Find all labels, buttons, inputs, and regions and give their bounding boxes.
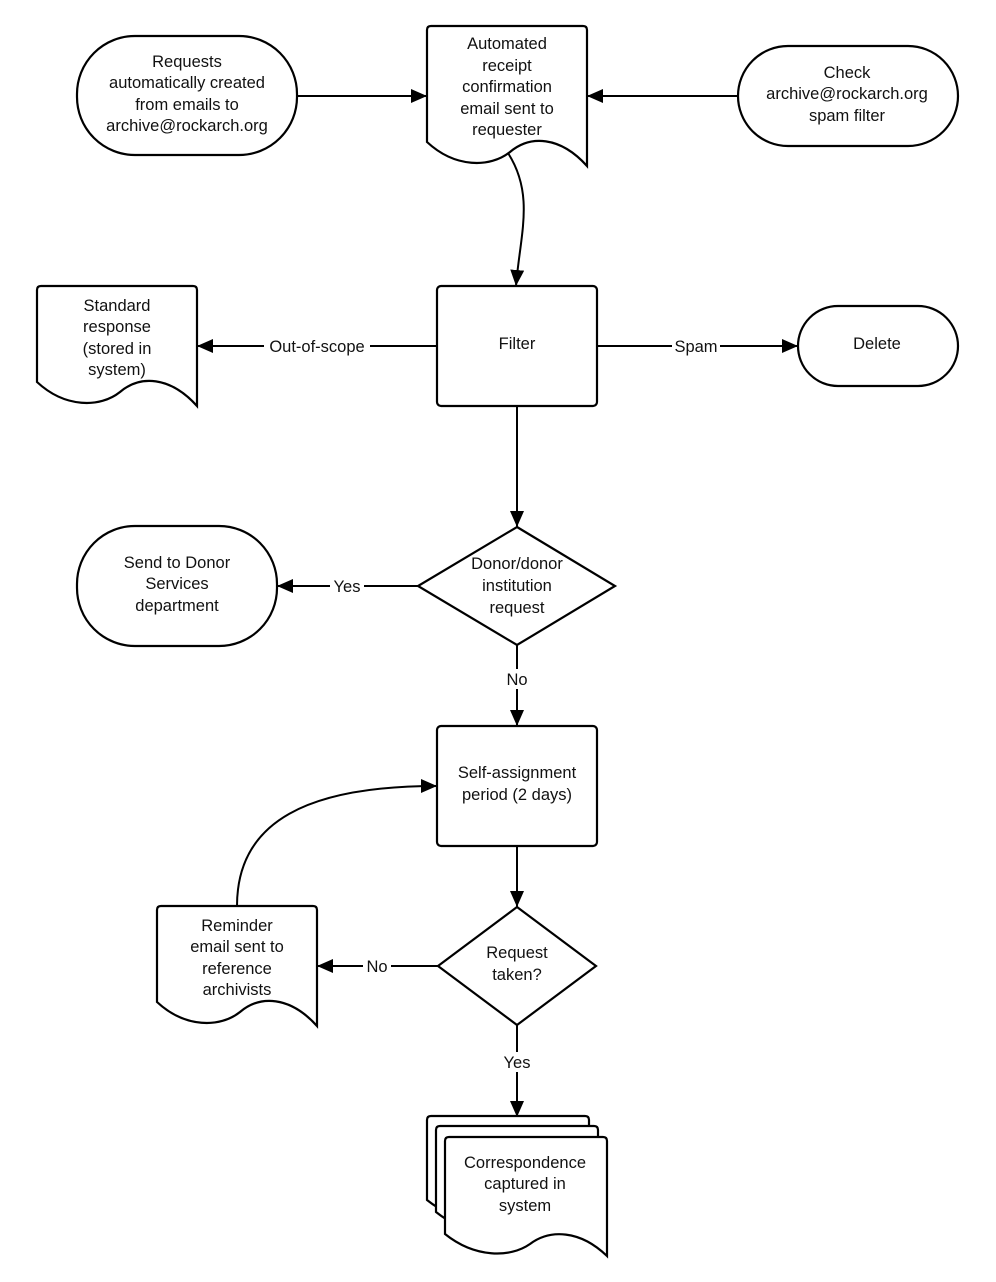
svg-text:system): system) — [88, 361, 146, 379]
svg-text:period (2 days): period (2 days) — [462, 786, 572, 804]
svg-text:Yes: Yes — [334, 578, 361, 596]
node-donor-services: Send to Donor Services department — [75, 524, 279, 648]
svg-text:Out-of-scope: Out-of-scope — [269, 338, 364, 356]
node-requests-created: Requests automatically created from emai… — [75, 34, 299, 157]
svg-text:Donor/donor: Donor/donor — [471, 555, 563, 573]
svg-text:requester: requester — [472, 121, 542, 139]
flowchart-canvas: Out-of-scope Spam Yes No No Yes Requests… — [35, 24, 960, 1259]
edge-reminder-to-assign — [236, 779, 438, 907]
svg-text:(stored in: (stored in — [83, 340, 152, 358]
svg-text:Filter: Filter — [499, 335, 536, 353]
svg-text:from emails to: from emails to — [135, 96, 239, 114]
svg-text:system: system — [499, 1197, 551, 1215]
node-standard-response: Standard response (stored in system) — [35, 284, 199, 409]
node-reminder-email: Reminder email sent to reference archivi… — [155, 904, 319, 1029]
node-receipt-email: Automated receipt confirmation email sen… — [425, 24, 589, 169]
edge-label-donor-yes: Yes — [330, 576, 364, 596]
svg-text:Check: Check — [824, 64, 872, 82]
node-delete: Delete — [796, 304, 960, 388]
svg-text:Standard: Standard — [84, 297, 151, 315]
svg-text:No: No — [366, 958, 387, 976]
svg-text:taken?: taken? — [492, 966, 542, 984]
svg-text:Correspondence: Correspondence — [464, 1154, 586, 1172]
node-request-taken: Request taken? — [436, 905, 598, 1027]
svg-text:Spam: Spam — [674, 338, 717, 356]
svg-text:department: department — [135, 597, 219, 615]
svg-text:confirmation: confirmation — [462, 78, 552, 96]
edge-label-donor-no: No — [502, 669, 532, 689]
svg-text:Reminder: Reminder — [201, 917, 273, 935]
svg-text:receipt: receipt — [482, 57, 532, 75]
svg-text:archive@rockarch.org: archive@rockarch.org — [106, 117, 268, 135]
edge-label-taken-no: No — [363, 956, 391, 976]
svg-text:institution: institution — [482, 577, 552, 595]
node-self-assignment: Self-assignment period (2 days) — [435, 724, 599, 848]
svg-text:email sent to: email sent to — [460, 100, 554, 118]
svg-text:request: request — [489, 599, 544, 617]
svg-text:archivists: archivists — [203, 981, 272, 999]
svg-text:Services: Services — [145, 575, 208, 593]
svg-text:Delete: Delete — [853, 335, 901, 353]
node-check-spam: Check archive@rockarch.org spam filter — [736, 44, 960, 148]
svg-text:archive@rockarch.org: archive@rockarch.org — [766, 85, 928, 103]
edge-label-out-of-scope: Out-of-scope — [264, 336, 370, 356]
edge-receipt-to-filter — [507, 152, 525, 287]
node-filter: Filter — [435, 284, 599, 408]
node-donor-request: Donor/donor institution request — [415, 525, 618, 647]
svg-text:response: response — [83, 318, 151, 336]
svg-text:Send to Donor: Send to Donor — [124, 554, 231, 572]
svg-text:reference: reference — [202, 960, 272, 978]
svg-text:Yes: Yes — [504, 1054, 531, 1072]
node-correspondence: Correspondence captured in system — [425, 1114, 609, 1259]
edge-label-taken-yes: Yes — [500, 1052, 534, 1072]
svg-text:Self-assignment: Self-assignment — [458, 764, 577, 782]
svg-text:Automated: Automated — [467, 35, 547, 53]
svg-text:No: No — [506, 671, 527, 689]
svg-text:captured in: captured in — [484, 1175, 566, 1193]
svg-text:spam filter: spam filter — [809, 107, 886, 125]
svg-text:Requests: Requests — [152, 53, 222, 71]
svg-text:automatically created: automatically created — [109, 74, 265, 92]
edge-label-spam: Spam — [672, 336, 720, 356]
svg-text:email sent to: email sent to — [190, 938, 284, 956]
svg-text:Request: Request — [486, 944, 548, 962]
